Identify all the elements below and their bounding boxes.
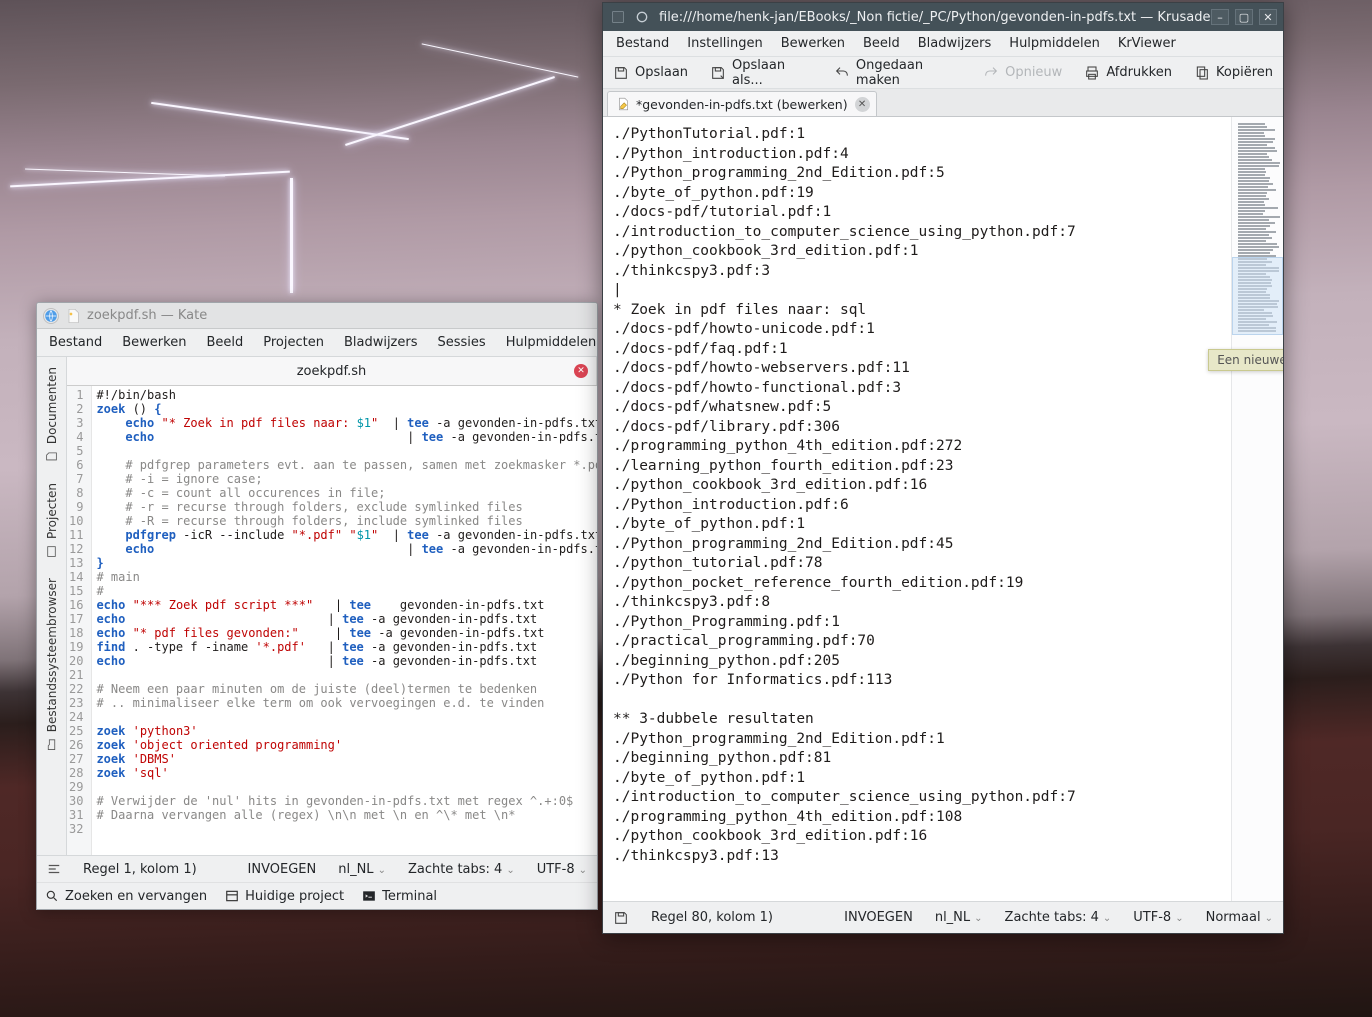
sidetab-bestandssysteembrowser[interactable]: Bestandssysteembrowser xyxy=(41,568,63,761)
krusader-titlebar[interactable]: file:///home/henk-jan/EBooks/_Non fictie… xyxy=(603,3,1283,31)
search-icon xyxy=(45,889,59,903)
minimize-button[interactable]: – xyxy=(1211,9,1229,25)
menu-hulpmiddelen[interactable]: Hulpmiddelen xyxy=(496,331,598,354)
maximize-button[interactable]: ▢ xyxy=(1235,9,1253,25)
document-icon xyxy=(65,308,81,324)
krusader-statusbar: Regel 80, kolom 1) INVOEGEN nl_NL⌄ Zacht… xyxy=(603,901,1283,933)
save-icon xyxy=(613,65,629,81)
menu-instellingen[interactable]: Instellingen xyxy=(678,32,772,55)
kate-statusbar: Regel 1, kolom 1) INVOEGEN nl_NL⌄ Zachte… xyxy=(37,855,597,882)
kate-titlebar[interactable]: zoekpdf.sh — Kate xyxy=(37,303,597,329)
menu-bestand[interactable]: Bestand xyxy=(607,32,678,55)
doc-tab-label: zoekpdf.sh xyxy=(297,364,367,379)
krusader-document-tab[interactable]: *gevonden-in-pdfs.txt (bewerken) ✕ xyxy=(607,91,877,116)
status-wrap-mode[interactable]: Normaal⌄ xyxy=(1206,910,1273,925)
wallpaper-lightning xyxy=(0,0,600,305)
status-locale[interactable]: nl_NL⌄ xyxy=(935,910,983,925)
terminal-icon xyxy=(362,889,376,903)
kate-side-toolview-tabs: DocumentenProjectenBestandssysteembrowse… xyxy=(37,357,67,855)
minimap-viewport[interactable] xyxy=(1232,257,1283,335)
kate-code-editor[interactable]: 1234567891011121314151617181920212223242… xyxy=(67,386,597,855)
menu-sessies[interactable]: Sessies xyxy=(428,331,496,354)
undo-button[interactable]: Ongedaan maken xyxy=(830,56,965,90)
krusader-lister-window: file:///home/henk-jan/EBooks/_Non fictie… xyxy=(602,2,1284,934)
save-icon[interactable] xyxy=(613,910,629,926)
menu-bestand[interactable]: Bestand xyxy=(39,331,112,354)
menu-beeld[interactable]: Beeld xyxy=(196,331,253,354)
redo-button: Opnieuw xyxy=(979,63,1066,83)
status-tabwidth[interactable]: Zachte tabs: 4⌄ xyxy=(1005,910,1112,925)
saveas-button[interactable]: Opslaan als... xyxy=(706,56,816,90)
copy-icon xyxy=(1194,65,1210,81)
krusader-menubar: BestandInstellingenBewerkenBeeldBladwijz… xyxy=(603,31,1283,57)
status-insert-mode[interactable]: INVOEGEN xyxy=(844,910,913,925)
saveas-icon xyxy=(710,65,726,81)
status-position[interactable]: Regel 80, kolom 1) xyxy=(651,910,773,925)
redo-icon xyxy=(983,65,999,81)
close-icon[interactable]: ✕ xyxy=(855,97,870,112)
status-position[interactable]: Regel 1, kolom 1) xyxy=(83,862,197,877)
menu-bewerken[interactable]: Bewerken xyxy=(112,331,196,354)
menu-krviewer[interactable]: KrViewer xyxy=(1109,32,1185,55)
menu-projecten[interactable]: Projecten xyxy=(253,331,334,354)
tooltip: Een nieuwe editortabve xyxy=(1208,349,1284,371)
menu-hulpmiddelen[interactable]: Hulpmiddelen xyxy=(1000,32,1109,55)
print-icon xyxy=(1084,65,1100,81)
print-button[interactable]: Afdrukken xyxy=(1080,63,1176,83)
kate-bottom-toolview-bar: Zoeken en vervangen Huidige project Term… xyxy=(37,882,597,909)
sidetab-projecten[interactable]: Projecten xyxy=(41,473,63,568)
bottom-current-project[interactable]: Huidige project xyxy=(225,889,344,904)
document-edit-icon xyxy=(616,97,630,111)
menu-bewerken[interactable]: Bewerken xyxy=(772,32,854,55)
status-encoding[interactable]: UTF-8⌄ xyxy=(537,862,587,877)
source-text[interactable]: #!/bin/bashzoek () { echo "* Zoek in pdf… xyxy=(92,386,597,855)
text-view[interactable]: ./PythonTutorial.pdf:1 ./Python_introduc… xyxy=(603,117,1231,901)
keep-above-icon[interactable] xyxy=(633,9,651,25)
bottom-terminal[interactable]: Terminal xyxy=(362,889,437,904)
menu-bladwijzers[interactable]: Bladwijzers xyxy=(909,32,1001,55)
kate-title: zoekpdf.sh — Kate xyxy=(87,308,207,323)
tab-label: *gevonden-in-pdfs.txt (bewerken) xyxy=(636,97,848,112)
krusader-toolbar: Opslaan Opslaan als... Ongedaan maken Opnie… xyxy=(603,57,1283,89)
status-locale[interactable]: nl_NL⌄ xyxy=(338,862,386,877)
project-icon xyxy=(225,889,239,903)
status-encoding[interactable]: UTF-8⌄ xyxy=(1133,910,1183,925)
status-tabwidth[interactable]: Zachte tabs: 4⌄ xyxy=(408,862,515,877)
window-title: file:///home/henk-jan/EBooks/_Non fictie… xyxy=(659,10,1211,25)
save-button[interactable]: Opslaan xyxy=(609,63,692,83)
kate-window: zoekpdf.sh — Kate BestandBewerkenBeeldPr… xyxy=(36,302,598,910)
copy-button[interactable]: Kopiëren xyxy=(1190,63,1277,83)
kate-editor-area: zoekpdf.sh ✕ 123456789101112131415161718… xyxy=(67,357,597,855)
kate-document-tab[interactable]: zoekpdf.sh ✕ xyxy=(67,357,597,385)
krusader-tabbar: *gevonden-in-pdfs.txt (bewerken) ✕ xyxy=(603,89,1283,117)
kate-document-tabbar: zoekpdf.sh ✕ xyxy=(67,357,597,386)
minimap[interactable] xyxy=(1231,117,1283,901)
undo-icon xyxy=(834,65,850,81)
window-menu-icon[interactable] xyxy=(609,9,627,25)
kate-menubar: BestandBewerkenBeeldProjectenBladwijzers… xyxy=(37,329,597,357)
sidetab-documenten[interactable]: Documenten xyxy=(41,357,63,473)
close-icon[interactable]: ✕ xyxy=(574,364,588,378)
close-button[interactable]: ✕ xyxy=(1259,9,1277,25)
app-icon xyxy=(43,308,59,324)
menu-bladwijzers[interactable]: Bladwijzers xyxy=(334,331,428,354)
status-insert-mode[interactable]: INVOEGEN xyxy=(248,862,317,877)
menu-beeld[interactable]: Beeld xyxy=(854,32,909,55)
line-number-gutter: 1234567891011121314151617181920212223242… xyxy=(67,386,92,855)
bottom-search-replace[interactable]: Zoeken en vervangen xyxy=(45,889,207,904)
line-indicator-icon[interactable] xyxy=(47,862,61,876)
